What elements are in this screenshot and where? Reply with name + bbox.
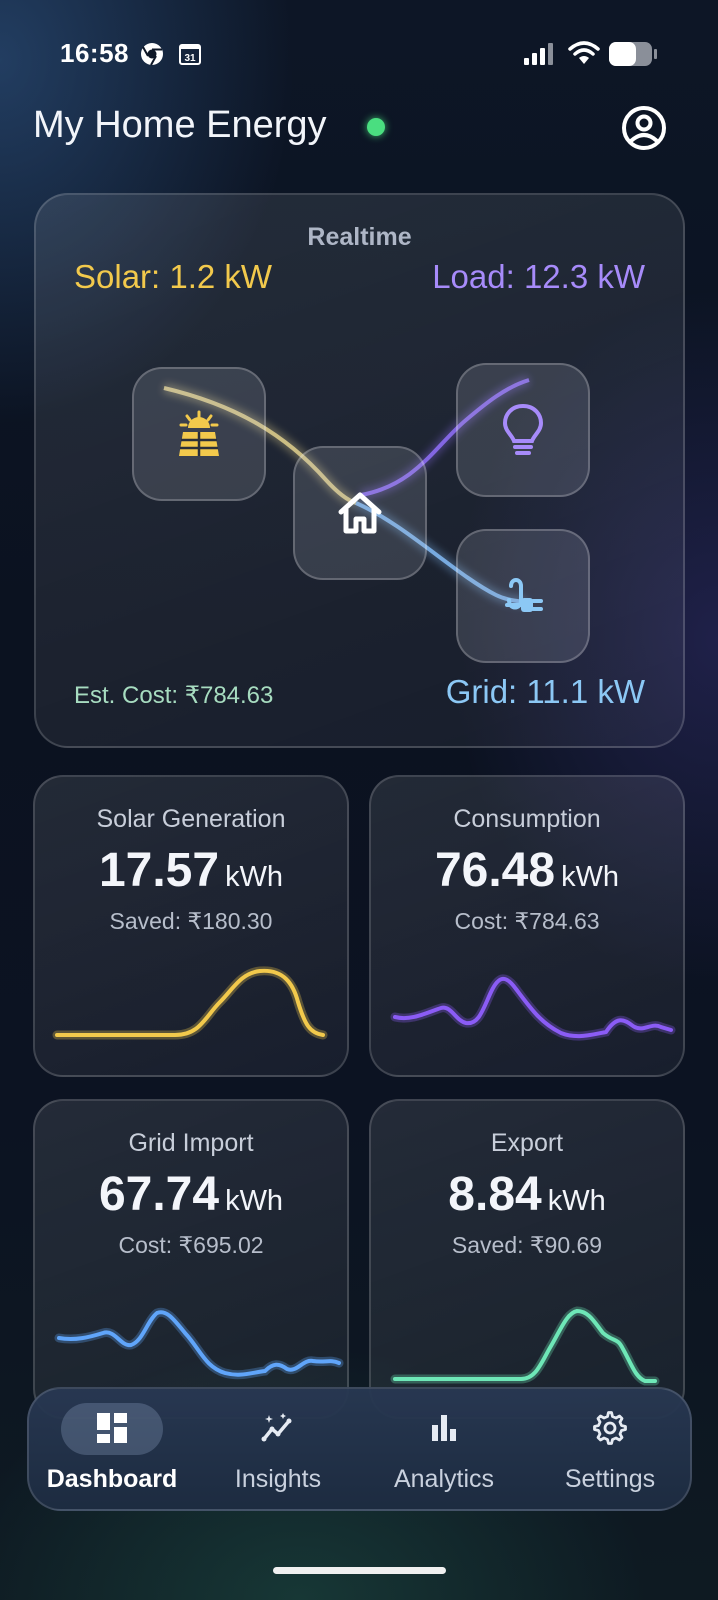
nav-item-dashboard[interactable]: Dashboard: [29, 1389, 195, 1513]
nav-label: Dashboard: [46, 1465, 178, 1493]
realtime-card[interactable]: Realtime Solar: 1.2 kW Load: 12.3 kW Est…: [34, 193, 685, 748]
grid-import-card[interactable]: Grid Import 67.74 kWh Cost: ₹695.02: [33, 1099, 349, 1419]
calendar-icon: 31: [179, 44, 201, 65]
grid-node[interactable]: [456, 529, 590, 663]
nav-label: Settings: [564, 1465, 656, 1493]
export-card[interactable]: Export 8.84 kWh Saved: ₹90.69: [369, 1099, 685, 1419]
status-dot: [367, 118, 385, 136]
value-unit: kWh: [547, 1185, 606, 1217]
chrome-icon: [141, 43, 163, 66]
status-time: 16:58: [60, 38, 129, 68]
value-unit: kWh: [225, 1185, 284, 1217]
grid-power-label: Grid: 11.1 kW: [445, 673, 645, 710]
value-unit: kWh: [225, 861, 284, 893]
gear-icon: [593, 1411, 627, 1445]
solar-panel-icon: [179, 410, 219, 456]
card-subtitle: Saved: ₹180.30: [109, 908, 273, 934]
home-icon: [338, 492, 382, 534]
bottom-nav: Dashboard Insights Analytics Settings: [27, 1387, 692, 1511]
value-number: 17.57: [98, 844, 220, 897]
realtime-title: Realtime: [307, 223, 412, 251]
bar-chart-icon: [432, 1415, 456, 1441]
solar-power-label: Solar: 1.2 kW: [74, 258, 273, 295]
card-title: Grid Import: [128, 1129, 254, 1157]
insights-icon: [261, 1413, 292, 1442]
value-number: 67.74: [98, 1168, 220, 1221]
card-value: 76.48 kWh: [371, 843, 683, 898]
card-subtitle: Saved: ₹90.69: [451, 1232, 603, 1258]
signal-icon: [524, 43, 553, 65]
account-circle-icon[interactable]: [620, 104, 668, 152]
nav-item-analytics[interactable]: Analytics: [361, 1389, 527, 1513]
card-title: Export: [490, 1129, 564, 1157]
home-node[interactable]: [293, 446, 427, 580]
status-bar: 16:58 31: [0, 0, 718, 100]
card-value: 67.74 kWh: [35, 1167, 347, 1222]
card-subtitle: Cost: ₹784.63: [454, 908, 600, 934]
value-unit: kWh: [561, 861, 620, 893]
wifi-icon: [568, 41, 600, 64]
card-subtitle: Cost: ₹695.02: [118, 1232, 264, 1258]
solar-generation-card[interactable]: Solar Generation 17.57 kWh Saved: ₹180.30: [33, 775, 349, 1077]
consumption-card[interactable]: Consumption 76.48 kWh Cost: ₹784.63: [369, 775, 685, 1077]
card-value: 17.57 kWh: [35, 843, 347, 898]
nav-label: Analytics: [393, 1465, 495, 1493]
plug-icon: [505, 578, 543, 612]
value-number: 8.84: [448, 1168, 542, 1221]
load-node[interactable]: [456, 363, 590, 497]
card-value: 8.84 kWh: [371, 1167, 683, 1222]
estimated-cost-label: Est. Cost: ₹784.63: [74, 682, 274, 709]
nav-item-settings[interactable]: Settings: [527, 1389, 693, 1513]
home-indicator[interactable]: [273, 1567, 446, 1574]
card-title: Solar Generation: [96, 805, 286, 833]
card-title: Consumption: [453, 805, 601, 833]
page-title: My Home Energy: [33, 104, 327, 146]
load-power-label: Load: 12.3 kW: [432, 258, 645, 295]
dashboard-icon: [97, 1413, 127, 1443]
solar-node[interactable]: [132, 367, 266, 501]
nav-item-insights[interactable]: Insights: [195, 1389, 361, 1513]
battery-icon: [609, 42, 657, 66]
nav-label: Insights: [234, 1465, 322, 1493]
value-number: 76.48: [434, 844, 556, 897]
lightbulb-icon: [502, 403, 544, 455]
svg-text:31: 31: [184, 53, 196, 64]
